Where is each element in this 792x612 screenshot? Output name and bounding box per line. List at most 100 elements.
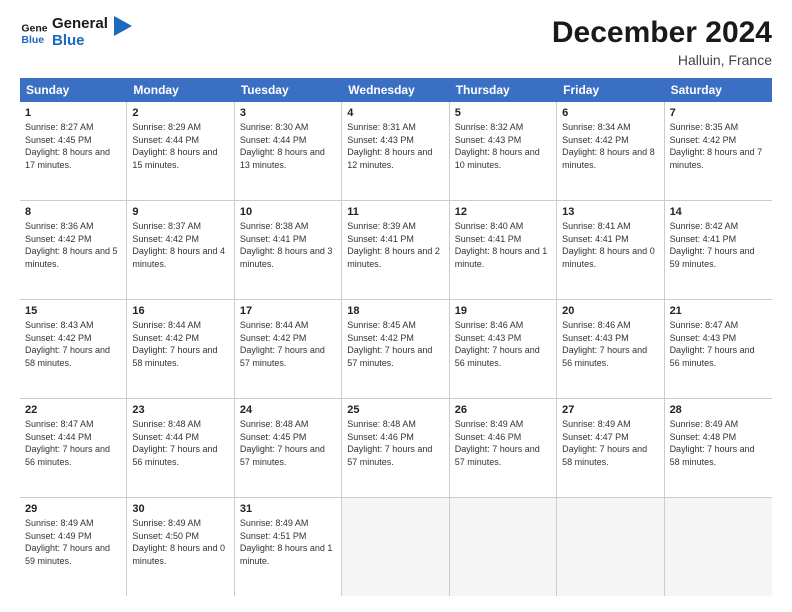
cell-info: Sunrise: 8:49 AMSunset: 4:47 PMDaylight:… — [562, 419, 647, 467]
calendar-cell: 3Sunrise: 8:30 AMSunset: 4:44 PMDaylight… — [235, 102, 342, 200]
day-number: 9 — [132, 205, 228, 220]
day-number: 24 — [240, 403, 336, 418]
logo-text-general: General — [52, 16, 108, 33]
cell-info: Sunrise: 8:35 AMSunset: 4:42 PMDaylight:… — [670, 122, 763, 170]
cell-info: Sunrise: 8:47 AMSunset: 4:44 PMDaylight:… — [25, 419, 110, 467]
cell-info: Sunrise: 8:43 AMSunset: 4:42 PMDaylight:… — [25, 320, 110, 368]
day-number: 29 — [25, 502, 121, 517]
day-number: 14 — [670, 205, 767, 220]
cell-info: Sunrise: 8:37 AMSunset: 4:42 PMDaylight:… — [132, 221, 225, 269]
calendar-week-row: 1Sunrise: 8:27 AMSunset: 4:45 PMDaylight… — [20, 102, 772, 201]
calendar-week-row: 29Sunrise: 8:49 AMSunset: 4:49 PMDayligh… — [20, 498, 772, 596]
calendar-header-day: Tuesday — [235, 78, 342, 102]
cell-info: Sunrise: 8:49 AMSunset: 4:48 PMDaylight:… — [670, 419, 755, 467]
day-number: 16 — [132, 304, 228, 319]
calendar-cell: 14Sunrise: 8:42 AMSunset: 4:41 PMDayligh… — [665, 201, 772, 299]
logo-icon: General Blue — [20, 19, 48, 47]
cell-info: Sunrise: 8:39 AMSunset: 4:41 PMDaylight:… — [347, 221, 440, 269]
calendar-cell: 21Sunrise: 8:47 AMSunset: 4:43 PMDayligh… — [665, 300, 772, 398]
calendar-header-day: Wednesday — [342, 78, 449, 102]
cell-info: Sunrise: 8:32 AMSunset: 4:43 PMDaylight:… — [455, 122, 540, 170]
cell-info: Sunrise: 8:40 AMSunset: 4:41 PMDaylight:… — [455, 221, 548, 269]
svg-text:General: General — [21, 22, 48, 34]
calendar-cell: 18Sunrise: 8:45 AMSunset: 4:42 PMDayligh… — [342, 300, 449, 398]
day-number: 3 — [240, 106, 336, 121]
calendar-cell: 27Sunrise: 8:49 AMSunset: 4:47 PMDayligh… — [557, 399, 664, 497]
day-number: 12 — [455, 205, 551, 220]
day-number: 25 — [347, 403, 443, 418]
day-number: 23 — [132, 403, 228, 418]
day-number: 28 — [670, 403, 767, 418]
day-number: 4 — [347, 106, 443, 121]
cell-info: Sunrise: 8:45 AMSunset: 4:42 PMDaylight:… — [347, 320, 432, 368]
header: General Blue General Blue December 2024 … — [20, 16, 772, 68]
day-number: 17 — [240, 304, 336, 319]
cell-info: Sunrise: 8:38 AMSunset: 4:41 PMDaylight:… — [240, 221, 333, 269]
calendar-cell — [450, 498, 557, 596]
day-number: 20 — [562, 304, 658, 319]
cell-info: Sunrise: 8:34 AMSunset: 4:42 PMDaylight:… — [562, 122, 655, 170]
day-number: 11 — [347, 205, 443, 220]
month-title: December 2024 — [552, 16, 772, 50]
calendar-cell: 11Sunrise: 8:39 AMSunset: 4:41 PMDayligh… — [342, 201, 449, 299]
calendar-body: 1Sunrise: 8:27 AMSunset: 4:45 PMDaylight… — [20, 102, 772, 596]
calendar-cell: 1Sunrise: 8:27 AMSunset: 4:45 PMDaylight… — [20, 102, 127, 200]
cell-info: Sunrise: 8:47 AMSunset: 4:43 PMDaylight:… — [670, 320, 755, 368]
day-number: 19 — [455, 304, 551, 319]
calendar-cell: 2Sunrise: 8:29 AMSunset: 4:44 PMDaylight… — [127, 102, 234, 200]
cell-info: Sunrise: 8:49 AMSunset: 4:51 PMDaylight:… — [240, 518, 333, 566]
page: General Blue General Blue December 2024 … — [0, 0, 792, 612]
cell-info: Sunrise: 8:48 AMSunset: 4:45 PMDaylight:… — [240, 419, 325, 467]
calendar-week-row: 22Sunrise: 8:47 AMSunset: 4:44 PMDayligh… — [20, 399, 772, 498]
calendar-cell: 16Sunrise: 8:44 AMSunset: 4:42 PMDayligh… — [127, 300, 234, 398]
cell-info: Sunrise: 8:27 AMSunset: 4:45 PMDaylight:… — [25, 122, 110, 170]
day-number: 21 — [670, 304, 767, 319]
location: Halluin, France — [552, 52, 772, 68]
day-number: 10 — [240, 205, 336, 220]
calendar-cell: 29Sunrise: 8:49 AMSunset: 4:49 PMDayligh… — [20, 498, 127, 596]
calendar-cell: 28Sunrise: 8:49 AMSunset: 4:48 PMDayligh… — [665, 399, 772, 497]
cell-info: Sunrise: 8:49 AMSunset: 4:46 PMDaylight:… — [455, 419, 540, 467]
logo-flag-icon — [114, 16, 134, 46]
calendar-header-day: Friday — [557, 78, 664, 102]
cell-info: Sunrise: 8:46 AMSunset: 4:43 PMDaylight:… — [562, 320, 647, 368]
day-number: 31 — [240, 502, 336, 517]
cell-info: Sunrise: 8:44 AMSunset: 4:42 PMDaylight:… — [240, 320, 325, 368]
cell-info: Sunrise: 8:30 AMSunset: 4:44 PMDaylight:… — [240, 122, 325, 170]
calendar-cell: 20Sunrise: 8:46 AMSunset: 4:43 PMDayligh… — [557, 300, 664, 398]
calendar-cell: 31Sunrise: 8:49 AMSunset: 4:51 PMDayligh… — [235, 498, 342, 596]
cell-info: Sunrise: 8:49 AMSunset: 4:49 PMDaylight:… — [25, 518, 110, 566]
day-number: 30 — [132, 502, 228, 517]
cell-info: Sunrise: 8:41 AMSunset: 4:41 PMDaylight:… — [562, 221, 655, 269]
cell-info: Sunrise: 8:42 AMSunset: 4:41 PMDaylight:… — [670, 221, 755, 269]
day-number: 15 — [25, 304, 121, 319]
calendar-cell: 9Sunrise: 8:37 AMSunset: 4:42 PMDaylight… — [127, 201, 234, 299]
calendar-cell: 13Sunrise: 8:41 AMSunset: 4:41 PMDayligh… — [557, 201, 664, 299]
cell-info: Sunrise: 8:29 AMSunset: 4:44 PMDaylight:… — [132, 122, 217, 170]
logo-text-blue: Blue — [52, 33, 108, 50]
cell-info: Sunrise: 8:48 AMSunset: 4:46 PMDaylight:… — [347, 419, 432, 467]
calendar-header: SundayMondayTuesdayWednesdayThursdayFrid… — [20, 78, 772, 102]
calendar-cell — [557, 498, 664, 596]
calendar-cell: 19Sunrise: 8:46 AMSunset: 4:43 PMDayligh… — [450, 300, 557, 398]
day-number: 13 — [562, 205, 658, 220]
calendar-header-day: Thursday — [450, 78, 557, 102]
day-number: 6 — [562, 106, 658, 121]
calendar-cell: 26Sunrise: 8:49 AMSunset: 4:46 PMDayligh… — [450, 399, 557, 497]
calendar-cell: 4Sunrise: 8:31 AMSunset: 4:43 PMDaylight… — [342, 102, 449, 200]
calendar-cell: 23Sunrise: 8:48 AMSunset: 4:44 PMDayligh… — [127, 399, 234, 497]
cell-info: Sunrise: 8:44 AMSunset: 4:42 PMDaylight:… — [132, 320, 217, 368]
cell-info: Sunrise: 8:36 AMSunset: 4:42 PMDaylight:… — [25, 221, 118, 269]
cell-info: Sunrise: 8:48 AMSunset: 4:44 PMDaylight:… — [132, 419, 217, 467]
calendar-cell: 24Sunrise: 8:48 AMSunset: 4:45 PMDayligh… — [235, 399, 342, 497]
calendar-cell: 15Sunrise: 8:43 AMSunset: 4:42 PMDayligh… — [20, 300, 127, 398]
calendar-cell: 17Sunrise: 8:44 AMSunset: 4:42 PMDayligh… — [235, 300, 342, 398]
day-number: 26 — [455, 403, 551, 418]
calendar-header-day: Saturday — [665, 78, 772, 102]
calendar-cell — [665, 498, 772, 596]
day-number: 8 — [25, 205, 121, 220]
svg-text:Blue: Blue — [21, 33, 44, 45]
calendar-cell: 12Sunrise: 8:40 AMSunset: 4:41 PMDayligh… — [450, 201, 557, 299]
calendar-header-day: Sunday — [20, 78, 127, 102]
calendar: SundayMondayTuesdayWednesdayThursdayFrid… — [20, 78, 772, 596]
